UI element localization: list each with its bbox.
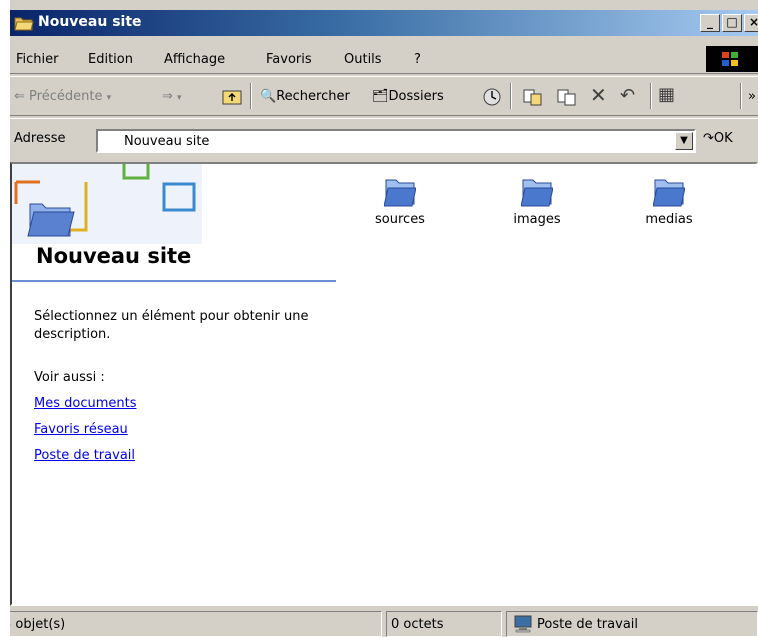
menu-fichier[interactable]: Fichier	[16, 52, 59, 67]
folder-icon	[14, 17, 34, 31]
address-label: Adresse	[14, 131, 66, 146]
up-folder-button[interactable]	[222, 87, 242, 109]
go-button[interactable]: ↷OK	[703, 131, 733, 146]
undo-icon[interactable]: ↶	[620, 85, 635, 106]
maximize-button[interactable]: □	[722, 14, 742, 32]
menu-help[interactable]: ?	[414, 52, 421, 67]
folder-item[interactable]: medias	[624, 174, 714, 227]
up-folder-icon	[222, 90, 242, 105]
search-button[interactable]: 🔍Rechercher	[260, 89, 350, 104]
address-input[interactable]: Nouveau site ▼	[96, 129, 696, 153]
folders-button[interactable]: 🗂Dossiers	[372, 89, 444, 104]
close-button[interactable]: ×	[744, 14, 758, 32]
windows-logo-icon	[706, 46, 758, 72]
banner-folder-icon	[12, 164, 202, 244]
forward-arrow-icon: ⇒	[162, 89, 173, 104]
status-size: 0 octets	[386, 611, 502, 637]
toolbar: ⇐ Précédente ▾ ⇒ ▾ 🔍Rechercher 🗂Dossiers	[10, 76, 758, 116]
status-bar: 3 objet(s) 0 octets Poste de travail	[10, 608, 758, 637]
chevron-down-icon: ▾	[106, 93, 112, 103]
folder-icon	[384, 179, 416, 207]
go-arrow-icon: ↷	[703, 131, 714, 146]
folder-icon	[521, 179, 553, 207]
folder-icon	[653, 179, 685, 207]
back-arrow-icon: ⇐	[14, 89, 25, 104]
status-zone: Poste de travail	[506, 611, 758, 637]
link-favoris-reseau[interactable]: Favoris réseau	[34, 422, 128, 437]
minimize-button[interactable]: _	[700, 14, 720, 32]
folder-item[interactable]: images	[492, 174, 582, 227]
address-bar: Adresse Nouveau site ▼ ↷OK	[10, 118, 758, 162]
menu-outils[interactable]: Outils	[344, 52, 382, 67]
status-objects: 3 objet(s)	[10, 611, 382, 637]
link-poste-de-travail[interactable]: Poste de travail	[34, 448, 135, 463]
menu-bar: Fichier Edition Affichage Favoris Outils…	[10, 44, 758, 74]
folders-icon: 🗂	[372, 89, 389, 104]
forward-button[interactable]: ⇒ ▾	[162, 89, 182, 104]
toolbar-more-icon[interactable]: »	[748, 89, 756, 104]
see-also-label: Voir aussi :	[34, 370, 105, 385]
history-button[interactable]	[482, 87, 502, 111]
chevron-down-icon: ▾	[177, 93, 182, 103]
copy-to-icon	[557, 89, 576, 106]
panel-title: Nouveau site	[36, 244, 192, 268]
move-to-icon	[523, 89, 542, 106]
back-button[interactable]: ⇐ Précédente ▾	[14, 89, 111, 104]
menu-affichage[interactable]: Affichage	[164, 52, 225, 67]
folder-view: Nouveau site Sélectionnez un élément pou…	[10, 162, 758, 606]
title-bar[interactable]: Nouveau site _ □ ×	[10, 10, 758, 36]
panel-description: Sélectionnez un élément pour obtenir une…	[34, 309, 309, 342]
folder-item[interactable]: sources	[355, 174, 445, 227]
window-title: Nouveau site	[38, 14, 142, 30]
menu-edition[interactable]: Edition	[88, 52, 133, 67]
menu-favoris[interactable]: Favoris	[266, 52, 312, 67]
web-view-banner: Nouveau site	[12, 164, 336, 284]
chevron-down-icon[interactable]: ▼	[675, 132, 693, 150]
move-to-button[interactable]	[522, 87, 544, 111]
search-icon: 🔍	[260, 89, 277, 104]
copy-to-button[interactable]	[556, 87, 578, 111]
explorer-window: Nouveau site _ □ × Fichier Edition Affic…	[10, 0, 758, 637]
computer-icon	[514, 615, 532, 633]
delete-icon[interactable]: ✕	[590, 83, 607, 107]
panel-divider	[12, 280, 336, 282]
views-icon[interactable]: ▦	[658, 84, 675, 105]
link-mes-documents[interactable]: Mes documents	[34, 396, 136, 411]
history-icon	[483, 88, 501, 106]
